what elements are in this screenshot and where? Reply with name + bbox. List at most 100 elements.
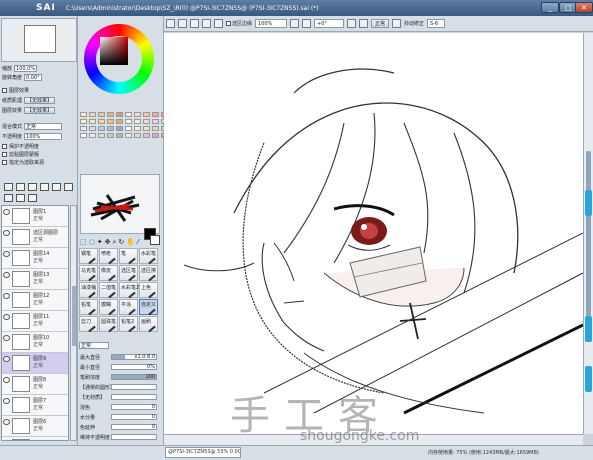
clip-checkbox[interactable] (2, 151, 7, 157)
brush-tool-button[interactable]: 选区笔 (119, 265, 138, 282)
layer-scrollbar-thumb[interactable] (72, 286, 76, 346)
brush-tool-button[interactable]: 自定义 (139, 299, 158, 316)
color-swatch[interactable] (98, 119, 105, 124)
brush-tool-button[interactable]: 上色 (139, 282, 158, 299)
brush-tool-button[interactable]: 喷枪 (99, 248, 118, 265)
color-swatch[interactable] (134, 133, 141, 138)
copy-layer-icon[interactable] (28, 183, 37, 191)
brush-option-row[interactable]: 水分量 0 (79, 413, 161, 421)
rotate-right-icon[interactable] (359, 19, 369, 28)
angle-select[interactable]: +0° (314, 19, 345, 28)
link-layer-icon[interactable] (16, 194, 25, 202)
stabilizer-select[interactable]: S-6 (427, 19, 446, 28)
color-swatch[interactable] (116, 126, 123, 131)
color-swatch[interactable] (152, 112, 159, 117)
layer-row[interactable]: 图层9 正常 (2, 353, 68, 374)
brush-tool-button[interactable]: 钢笔 (79, 248, 98, 265)
color-swatch[interactable] (152, 133, 159, 138)
layer-row[interactable]: 图层14 正常 (2, 248, 68, 269)
visibility-eye-icon[interactable] (3, 314, 10, 320)
brush-tool-button[interactable]: 画刷 (139, 316, 158, 333)
zoom-field[interactable]: 100.0% (14, 64, 38, 72)
brush-tool-button[interactable]: 剪刀 (79, 316, 98, 333)
drawing-canvas[interactable] (164, 33, 583, 434)
canvas-vertical-scroll-thumb[interactable] (586, 151, 591, 321)
color-swatch[interactable] (107, 119, 114, 124)
opacity-slider[interactable]: 100% (24, 132, 63, 140)
redo-icon[interactable] (190, 19, 199, 28)
deselect-icon[interactable] (202, 19, 211, 28)
layer-row[interactable]: 图层8 正常 (2, 374, 68, 395)
hand-icon[interactable]: ✋ (126, 238, 135, 246)
brush-tool-button[interactable]: 橡皮 (99, 265, 118, 282)
layer-row[interactable]: 图层13 正常 (2, 269, 68, 290)
flip-icon[interactable] (392, 19, 402, 28)
new-folder-icon[interactable] (16, 183, 25, 191)
close-button[interactable]: ✕ (575, 2, 593, 13)
brush-tool-button[interactable]: 铅笔 (79, 299, 98, 316)
ref-checkbox[interactable] (2, 159, 7, 165)
color-swatch[interactable] (89, 133, 96, 138)
undo-icon[interactable] (178, 19, 187, 28)
eyedropper-icon[interactable]: ⁄ (136, 238, 140, 246)
color-swatch[interactable] (98, 133, 105, 138)
brush-option-slider[interactable]: x1.0 8.0 (111, 354, 157, 360)
brush-option-row[interactable]: 笔刷浓度 100 (79, 373, 161, 381)
selection-edge-toggle[interactable]: 选区边缘 (226, 20, 252, 27)
brush-tool-button[interactable]: 二值笔 (99, 282, 118, 299)
brush-tool-button[interactable]: 马克笔 (79, 265, 98, 282)
brush-option-slider[interactable]: 0 (111, 414, 157, 420)
effect2-select[interactable]: 【无效果】 (24, 106, 56, 114)
color-swatch[interactable] (116, 133, 123, 138)
brush-tool-button[interactable]: 笔 (119, 248, 138, 265)
color-swatch[interactable] (107, 112, 114, 117)
color-swatch[interactable] (80, 119, 87, 124)
color-swatch[interactable] (89, 126, 96, 131)
new-mask-icon[interactable] (4, 194, 13, 202)
brush-option-row[interactable]: 维持不透明度 (79, 433, 161, 441)
color-swatch[interactable] (143, 126, 150, 131)
color-swatch[interactable] (98, 126, 105, 131)
brush-tool-button[interactable]: 平涂 (119, 299, 138, 316)
magic-wand-icon[interactable]: ✦ (97, 238, 103, 246)
brush-tool-button[interactable]: 水彩笔2 (119, 282, 139, 299)
minimize-button[interactable]: _ (541, 2, 559, 13)
color-swatch[interactable] (143, 119, 150, 124)
move-icon[interactable]: ✥ (105, 238, 111, 246)
document-tab[interactable]: @P7SI-3IC7ZN5S@ 53% 0.00 (165, 447, 241, 458)
visibility-eye-icon[interactable] (3, 272, 10, 278)
brush-tool-button[interactable]: 选区擦 (139, 265, 158, 282)
layer-row[interactable]: 图层12 正常 (2, 290, 68, 311)
normal-view-button[interactable]: 正常 (371, 19, 390, 28)
visibility-eye-icon[interactable] (3, 377, 10, 383)
brush-option-slider[interactable] (111, 384, 157, 390)
brush-option-slider[interactable]: 100 (111, 374, 157, 380)
rotate-icon[interactable]: ↻ (118, 238, 124, 246)
visibility-eye-icon[interactable] (3, 419, 10, 425)
layer-scrollbar[interactable] (70, 205, 77, 441)
color-swatch[interactable] (89, 112, 96, 117)
new-layer-icon[interactable] (4, 183, 13, 191)
lock-layer-icon[interactable] (28, 194, 37, 202)
visibility-eye-icon[interactable] (3, 440, 10, 441)
selection-edge-checkbox[interactable] (226, 21, 231, 26)
zoom-out-icon[interactable] (290, 19, 300, 28)
visibility-eye-icon[interactable] (3, 209, 10, 215)
layer-row[interactable]: 图层7 正常 (2, 395, 68, 416)
preserve-checkbox[interactable] (2, 143, 7, 149)
new-icon[interactable] (166, 19, 175, 28)
brush-option-slider[interactable] (111, 394, 157, 400)
delete-layer-icon[interactable] (64, 183, 73, 191)
blend-select[interactable]: 正常 (24, 122, 63, 130)
select-icon[interactable]: ⬚ (80, 238, 87, 246)
brush-tool-button[interactable]: 圆珠笔 (99, 316, 118, 333)
color-swatch[interactable] (80, 133, 87, 138)
color-swatch[interactable] (116, 119, 123, 124)
side-tab-middle[interactable] (585, 316, 592, 342)
angle-field[interactable]: 0.00° (24, 73, 42, 81)
merge-layer-icon[interactable] (40, 183, 49, 191)
color-swatch[interactable] (152, 126, 159, 131)
color-swatch[interactable] (98, 112, 105, 117)
visibility-eye-icon[interactable] (3, 356, 10, 362)
layer-row[interactable]: 图层1 正常 (2, 206, 68, 227)
